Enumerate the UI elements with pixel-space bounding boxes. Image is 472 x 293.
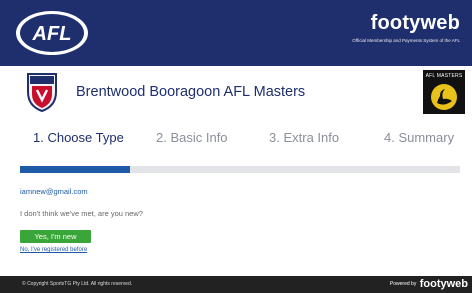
afl-logo-text: AFL: [32, 23, 72, 45]
club-name: Brentwood Booragoon AFL Masters: [76, 84, 306, 100]
step-summary[interactable]: 4. Summary: [384, 130, 454, 145]
footyweb-tagline: Official Membership and Payments System …: [352, 38, 460, 43]
footyweb-logo: footyweb: [370, 12, 460, 34]
registered-before-link[interactable]: No, I've registered before: [20, 247, 87, 253]
swan-icon: [431, 84, 457, 110]
copyright-text: © Copyright SportsTG Pty Ltd. All rights…: [22, 281, 133, 287]
powered-by-label: Powered by: [389, 281, 417, 287]
yes-im-new-button[interactable]: Yes, I'm new: [20, 230, 91, 243]
powered-by: Powered by footyweb: [390, 278, 468, 290]
new-user-question: I don't think we've met, are you new?: [20, 209, 143, 218]
registration-steps: 1. Choose Type 2. Basic Info 3. Extra In…: [0, 118, 472, 162]
footer: © Copyright SportsTG Pty Ltd. All rights…: [0, 276, 472, 293]
afl-masters-logo: AFL MASTERS: [423, 70, 465, 114]
club-shield-icon: [27, 73, 57, 112]
top-header: AFL footyweb Official Membership and Pay…: [0, 0, 472, 66]
afl-logo[interactable]: AFL: [14, 8, 90, 58]
step-extra-info[interactable]: 3. Extra Info: [269, 130, 339, 145]
step-basic-info[interactable]: 2. Basic Info: [156, 130, 228, 145]
user-email: iamnew@gmail.com: [20, 187, 88, 196]
powered-by-footyweb-logo[interactable]: footyweb: [420, 278, 468, 290]
step-choose-type[interactable]: 1. Choose Type: [33, 130, 124, 145]
club-bar: Brentwood Booragoon AFL Masters: [0, 66, 472, 118]
afl-masters-label: AFL MASTERS: [425, 73, 463, 79]
progress-bar: [20, 166, 460, 173]
footyweb-brand: footyweb Official Membership and Payment…: [352, 12, 460, 44]
progress-bar-fill: [20, 166, 130, 173]
